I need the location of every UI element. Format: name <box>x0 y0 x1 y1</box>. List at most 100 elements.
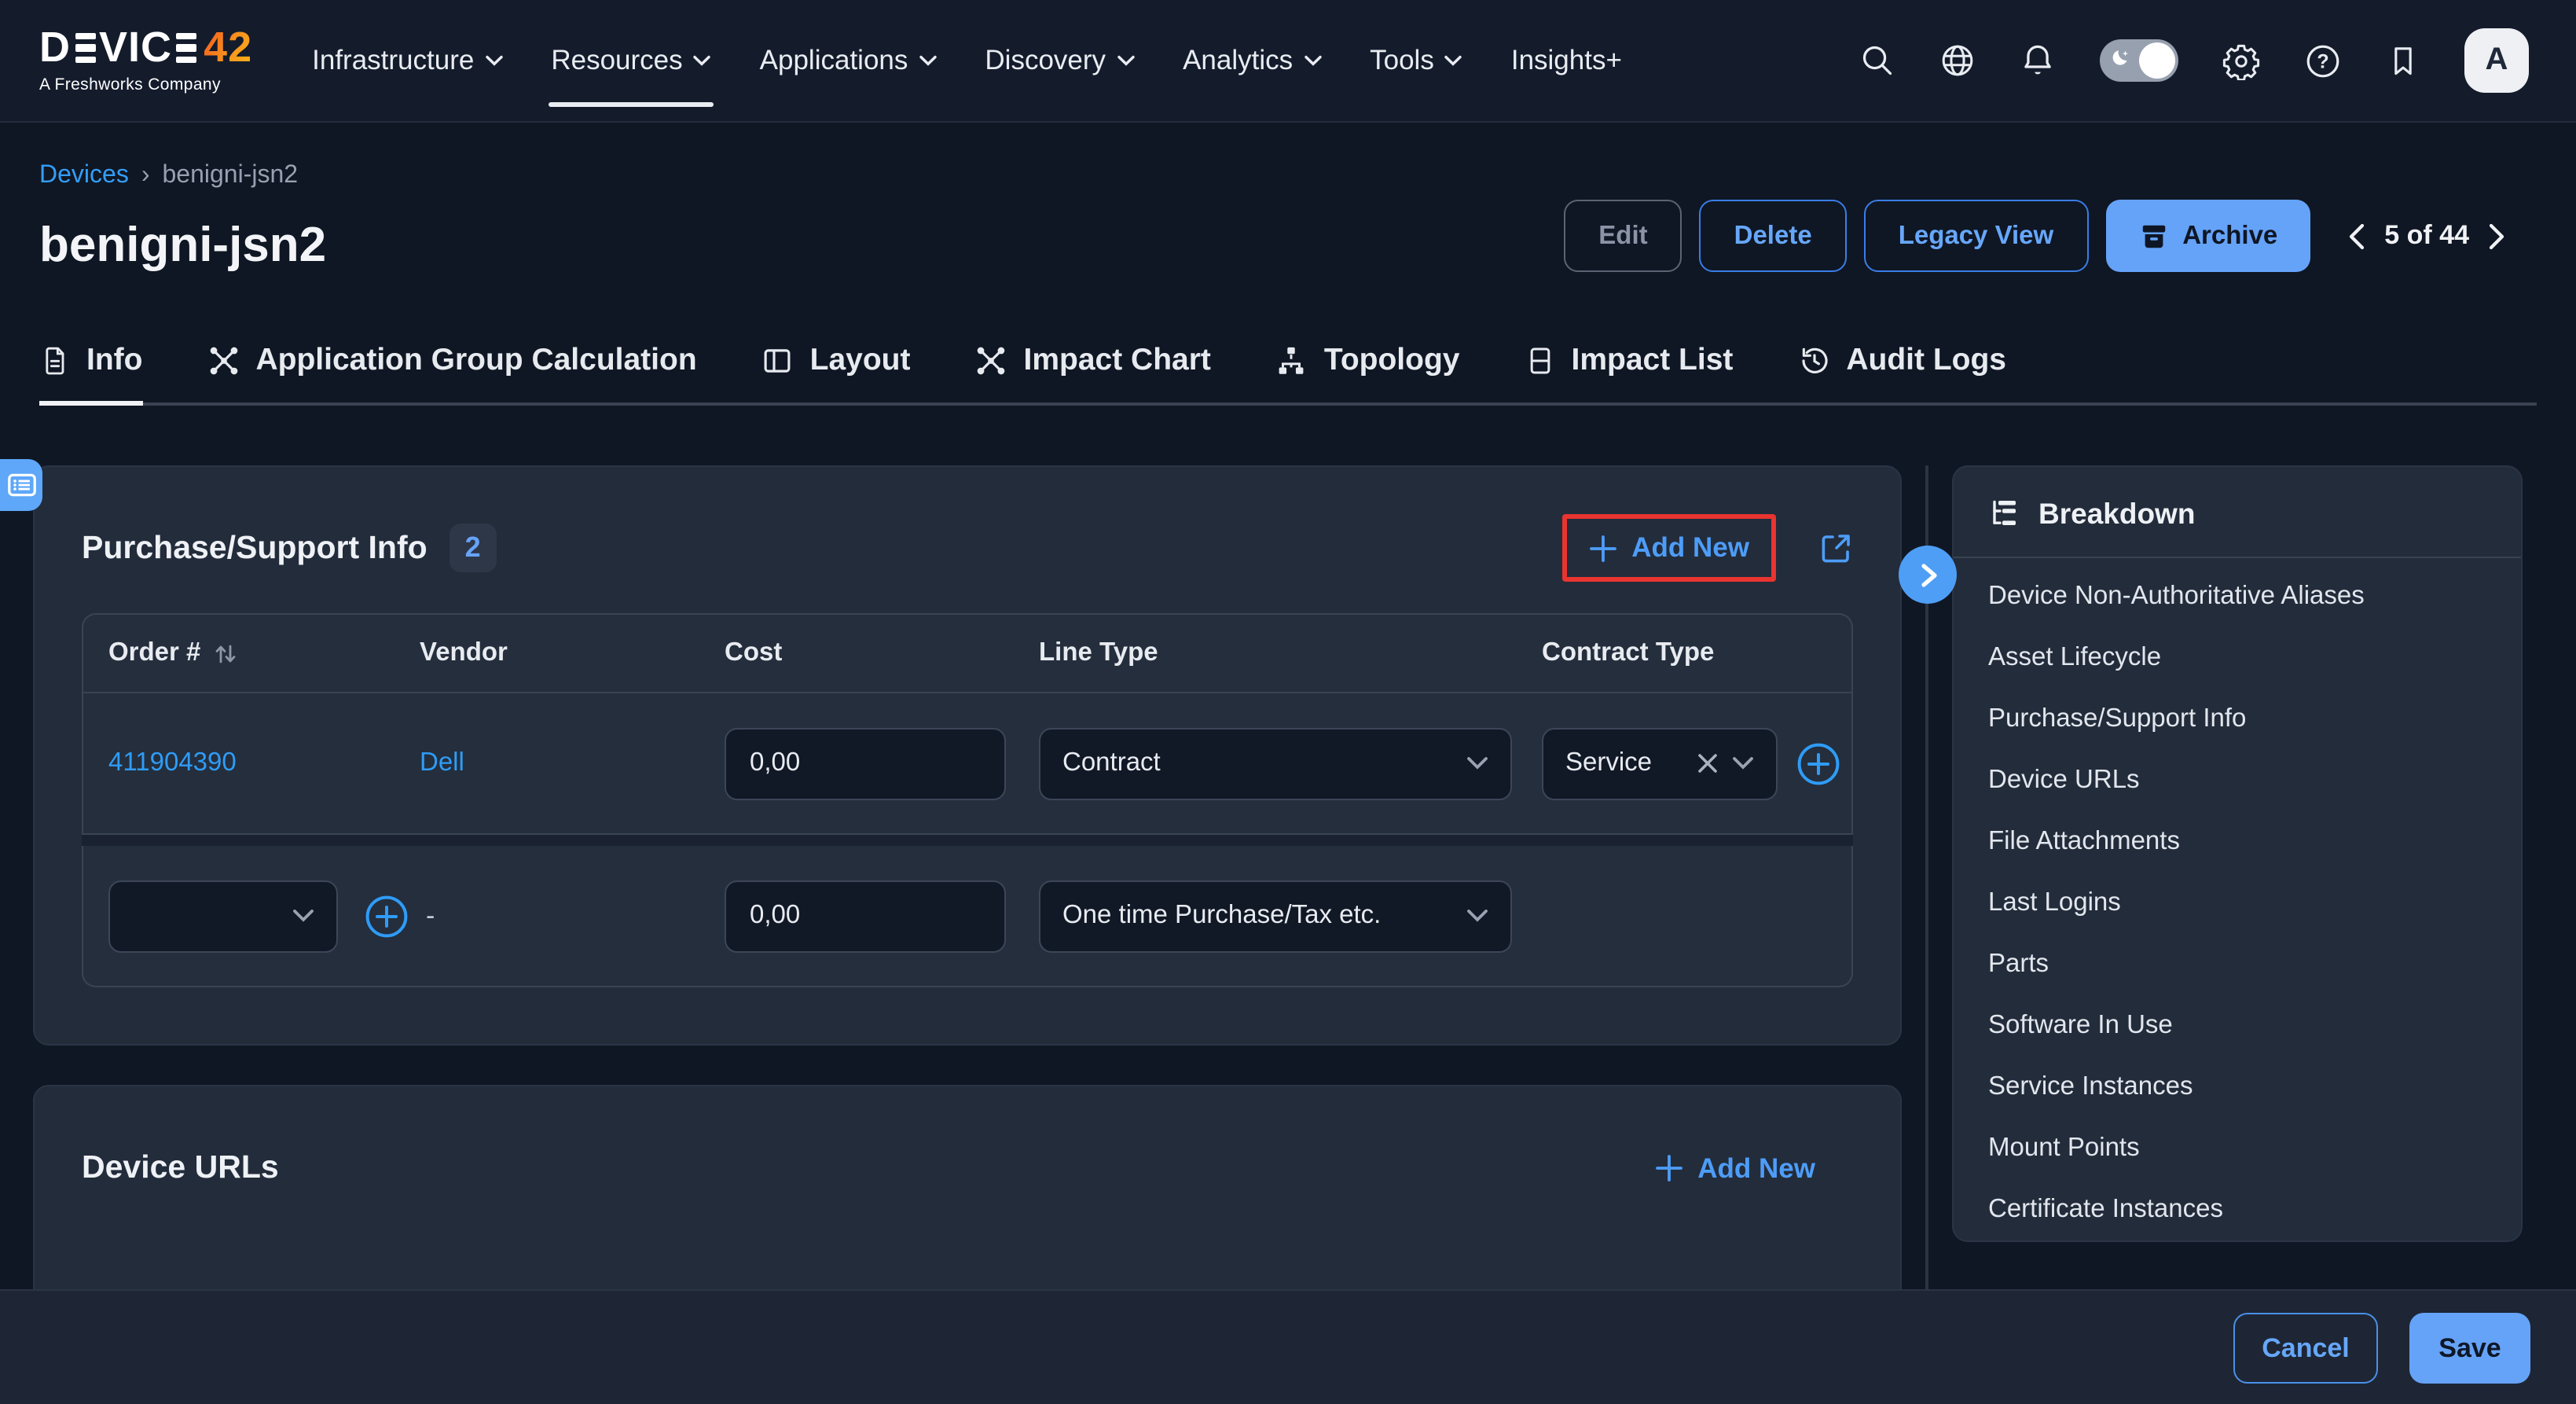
hub-nodes-icon <box>207 344 240 377</box>
delete-button[interactable]: Delete <box>1700 200 1847 272</box>
order-select[interactable] <box>108 880 338 952</box>
purchase-table-main: Order # Vendor Cost Line Type Contract T… <box>82 613 1853 835</box>
clear-selection-icon[interactable] <box>1697 753 1718 774</box>
breakdown-item-mount-points[interactable]: Mount Points <box>1954 1118 2521 1179</box>
breakdown-item-service-instances[interactable]: Service Instances <box>1954 1057 2521 1118</box>
table-row-gap <box>82 835 1853 846</box>
edit-button[interactable]: Edit <box>1564 200 1682 272</box>
archive-button[interactable]: Archive <box>2105 200 2310 272</box>
column-cost: Cost <box>725 638 1039 668</box>
moon-icon <box>2108 47 2131 71</box>
open-in-new-window-icon[interactable] <box>1818 531 1853 565</box>
legacy-view-button[interactable]: Legacy View <box>1864 200 2089 272</box>
tab-topology[interactable]: Topology <box>1275 343 1460 402</box>
search-icon[interactable] <box>1859 42 1895 79</box>
breakdown-item-last-logins[interactable]: Last Logins <box>1954 873 2521 934</box>
nav-item-applications[interactable]: Applications <box>760 0 937 122</box>
breakdown-item-software-in-use[interactable]: Software In Use <box>1954 995 2521 1057</box>
breakdown-list: Device Non-Authoritative Aliases Asset L… <box>1954 558 2521 1240</box>
plus-icon <box>1589 534 1617 562</box>
tab-application-group-calculation[interactable]: Application Group Calculation <box>207 343 696 402</box>
logo-letter-e-bars <box>176 33 196 62</box>
chevron-down-icon <box>919 55 936 66</box>
line-type-select[interactable]: Contract <box>1039 727 1512 799</box>
breadcrumb-current: benigni-jsn2 <box>162 162 298 190</box>
device42-logo[interactable]: DVIC42 A Freshworks Company <box>39 27 252 94</box>
cancel-button[interactable]: Cancel <box>2233 1313 2378 1384</box>
add-contract-type-icon[interactable] <box>1796 741 1840 785</box>
nav-item-infrastructure[interactable]: Infrastructure <box>312 0 502 122</box>
breakdown-item-asset-lifecycle[interactable]: Asset Lifecycle <box>1954 627 2521 689</box>
purchase-section-title: Purchase/Support Info <box>82 529 427 567</box>
nav-item-insights[interactable]: Insights+ <box>1511 0 1622 122</box>
breakdown-item-parts[interactable]: Parts <box>1954 934 2521 995</box>
breakdown-item-device-non-authoritative-aliases[interactable]: Device Non-Authoritative Aliases <box>1954 566 2521 627</box>
pager-next-icon[interactable] <box>2488 222 2505 249</box>
tab-impact-chart[interactable]: Impact Chart <box>975 343 1211 402</box>
cost-input[interactable]: 0,00 <box>725 880 1006 952</box>
pager-previous-icon[interactable] <box>2348 222 2365 249</box>
chevron-down-icon <box>1732 756 1754 770</box>
nav-item-tools[interactable]: Tools <box>1370 0 1462 122</box>
list-tree-icon <box>1988 498 2020 530</box>
logo-number: 42 <box>204 27 252 69</box>
save-bar: Cancel Save <box>0 1289 2576 1404</box>
page-title: benigni-jsn2 <box>39 217 326 274</box>
section-nav-flag[interactable] <box>0 459 42 511</box>
order-number-link[interactable]: 411904390 <box>108 748 237 777</box>
chevron-down-icon <box>1466 909 1488 923</box>
user-avatar[interactable]: A <box>2464 28 2529 93</box>
device-tabs: Info Application Group Calculation Layou… <box>39 343 2537 406</box>
purchase-count-badge: 2 <box>450 524 497 572</box>
toggle-knob <box>2139 42 2175 79</box>
top-navbar: DVIC42 A Freshworks Company Infrastructu… <box>0 0 2576 123</box>
help-icon[interactable]: ? <box>2304 42 2342 79</box>
purchase-header-actions: Add New <box>1562 514 1853 582</box>
purchase-row-1: 411904390 Dell 0,00 Contract Service <box>83 693 1851 833</box>
tab-layout[interactable]: Layout <box>761 343 911 402</box>
notifications-bell-icon[interactable] <box>2020 42 2056 79</box>
line-type-select[interactable]: One time Purchase/Tax etc. <box>1039 880 1512 952</box>
theme-toggle[interactable] <box>2100 39 2178 82</box>
chevron-right-icon <box>1918 562 1937 587</box>
layout-icon <box>761 344 794 377</box>
save-button[interactable]: Save <box>2409 1313 2530 1384</box>
stacked-list-icon <box>1525 344 1556 377</box>
list-icon <box>7 473 35 497</box>
device-urls-add-new-button[interactable]: Add New <box>1655 1152 1815 1185</box>
plus-icon <box>1655 1154 1683 1182</box>
purchase-row-2: - 0,00 One time Purchase/Tax etc. <box>82 846 1853 987</box>
column-order[interactable]: Order # <box>83 638 420 668</box>
add-order-icon[interactable] <box>365 894 409 938</box>
chevron-down-icon <box>1117 55 1134 66</box>
logo-letters-vic: VIC <box>99 27 172 69</box>
chevron-down-icon <box>292 909 314 923</box>
breakdown-item-purchase-support-info[interactable]: Purchase/Support Info <box>1954 689 2521 750</box>
page-actions: Edit Delete Legacy View Archive 5 of 44 <box>1564 200 2505 272</box>
tab-info[interactable]: Info <box>39 343 142 402</box>
chevron-down-icon <box>1304 55 1321 66</box>
nav-item-resources[interactable]: Resources <box>551 0 710 122</box>
contract-type-select[interactable]: Service <box>1542 727 1778 799</box>
cost-input[interactable]: 0,00 <box>725 727 1006 799</box>
breakdown-item-device-urls[interactable]: Device URLs <box>1954 750 2521 811</box>
tab-audit-logs[interactable]: Audit Logs <box>1797 343 2006 402</box>
archive-box-icon <box>2138 221 2168 251</box>
collapse-sidebar-button[interactable] <box>1899 546 1957 604</box>
main-menu: Infrastructure Resources Applications Di… <box>312 0 1622 122</box>
nav-item-analytics[interactable]: Analytics <box>1183 0 1321 122</box>
purchase-add-new-button[interactable]: Add New <box>1589 531 1749 564</box>
breakdown-item-file-attachments[interactable]: File Attachments <box>1954 811 2521 873</box>
column-vendor: Vendor <box>420 638 725 668</box>
nav-item-discovery[interactable]: Discovery <box>985 0 1134 122</box>
breadcrumb-devices-link[interactable]: Devices <box>39 162 129 190</box>
navbar-utilities: ? A <box>1859 28 2529 93</box>
bookmark-icon[interactable] <box>2386 43 2420 78</box>
tab-impact-list[interactable]: Impact List <box>1525 343 1734 402</box>
settings-gear-icon[interactable] <box>2222 42 2260 79</box>
breakdown-item-certificate-instances[interactable]: Certificate Instances <box>1954 1179 2521 1240</box>
pager-position: 5 of 44 <box>2384 220 2469 252</box>
logo-wordmark: DVIC42 <box>39 27 252 69</box>
globe-icon[interactable] <box>1939 42 1976 79</box>
vendor-link[interactable]: Dell <box>420 748 464 777</box>
